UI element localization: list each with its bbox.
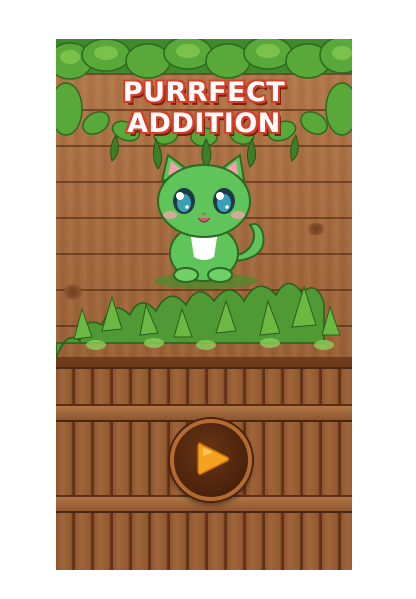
play-button[interactable] — [170, 419, 252, 501]
play-icon — [197, 442, 230, 475]
game-screen: PURRFECT ADDITION — [56, 39, 352, 570]
